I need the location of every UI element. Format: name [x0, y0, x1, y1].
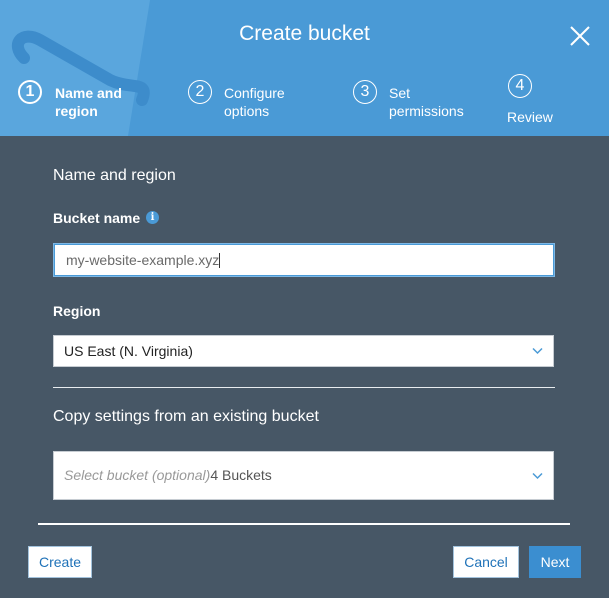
region-value: US East (N. Virginia)	[64, 343, 193, 359]
dialog-title: Create bucket	[239, 22, 370, 45]
close-icon[interactable]	[566, 22, 594, 50]
chevron-down-icon	[532, 472, 543, 480]
step-number: 1	[18, 80, 42, 104]
bucket-name-label: Bucket name	[53, 210, 141, 226]
chevron-down-icon	[532, 347, 543, 355]
step-label: Name and region	[55, 85, 122, 119]
bucket-count: 4 Buckets	[210, 467, 272, 483]
step-number: 2	[188, 80, 212, 104]
step-label: Review	[507, 109, 553, 125]
text-caret	[219, 253, 221, 268]
cancel-button[interactable]: Cancel	[453, 546, 519, 578]
step-number: 4	[508, 74, 532, 98]
step-label: Configure options	[224, 85, 285, 119]
step-label: Set permissions	[389, 85, 464, 119]
footer-divider	[38, 523, 570, 525]
bucket-name-value: my-website-example.xyz	[66, 252, 220, 268]
step-number: 3	[353, 80, 377, 104]
info-icon[interactable]: i	[146, 211, 159, 224]
section-title-copy-settings: Copy settings from an existing bucket	[53, 408, 319, 425]
section-divider	[53, 387, 555, 388]
wizard-header: Create bucket 1 Name and region 2 Config…	[0, 0, 609, 136]
copy-bucket-select[interactable]: Select bucket (optional)4 Buckets	[53, 451, 554, 500]
region-select[interactable]: US East (N. Virginia)	[53, 335, 554, 367]
create-button[interactable]: Create	[28, 546, 92, 578]
copy-bucket-placeholder: Select bucket (optional)	[64, 467, 211, 483]
bucket-name-input[interactable]: my-website-example.xyz	[54, 244, 554, 276]
next-button[interactable]: Next	[529, 546, 581, 578]
section-title-name-and-region: Name and region	[53, 167, 176, 184]
region-label: Region	[53, 303, 101, 319]
